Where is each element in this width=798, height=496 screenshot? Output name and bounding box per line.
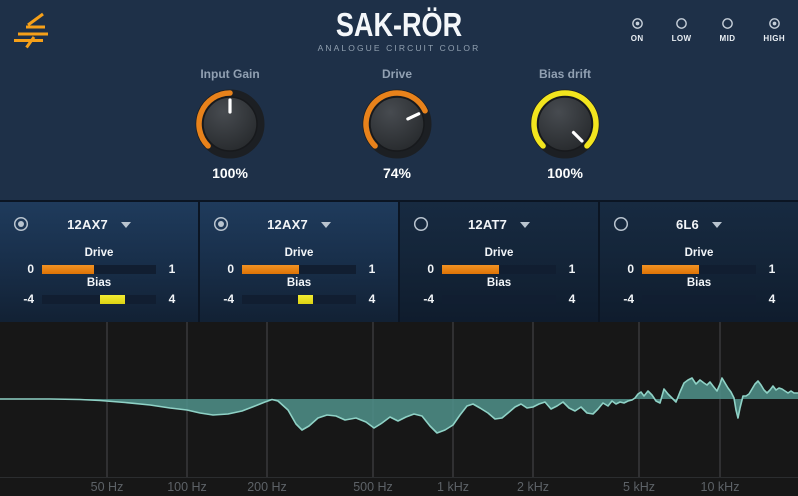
drive-fill [442, 265, 499, 274]
mode-label: MID [719, 34, 736, 43]
radio-icon [631, 18, 643, 29]
page-title: SAK-RÖR [335, 6, 463, 43]
bias-slider-label: Bias [686, 277, 712, 289]
tube-select[interactable]: 12AT7 [400, 216, 598, 233]
bias-min-value: -4 [23, 292, 34, 306]
page-subtitle: ANALOGUE CIRCUIT COLOR [317, 43, 481, 53]
mode-group: ON LOW MID HIGH [631, 17, 785, 43]
drive-slider-label: Drive [84, 247, 114, 259]
bias-fill [297, 295, 314, 304]
bias-slider[interactable] [242, 295, 356, 304]
tube-select[interactable]: 6L6 [600, 216, 798, 233]
bias-fill [100, 295, 126, 304]
drive-max-value: 1 [568, 262, 576, 276]
frequency-response-chart: 50 Hz 100 Hz 200 Hz 500 Hz 1 kHz 2 kHz 5 kHz 10… [0, 322, 798, 496]
svg-text:100 Hz: 100 Hz [167, 480, 207, 494]
drive-slider[interactable] [42, 265, 156, 274]
mode-high-radio[interactable]: HIGH [763, 17, 785, 43]
svg-text:10 kHz: 10 kHz [701, 480, 740, 494]
brand-logo-icon [14, 12, 48, 49]
radio-icon [722, 18, 733, 29]
bias-drift-label: Bias drift [538, 67, 591, 81]
drive-max-value: 1 [768, 262, 776, 276]
drive-slider[interactable] [242, 265, 356, 274]
frequency-response-plot: 50 Hz 100 Hz 200 Hz 500 Hz 1 kHz 2 kHz 5 kHz 10… [0, 322, 798, 494]
bias-slider[interactable] [642, 295, 756, 304]
bias-slider[interactable] [42, 295, 156, 304]
svg-text:50 Hz: 50 Hz [91, 480, 124, 494]
bias-slider-label: Bias [86, 277, 112, 289]
chevron-down-icon [120, 221, 131, 228]
drive-slider[interactable] [442, 265, 556, 274]
tube-name: 12AX7 [67, 217, 108, 232]
svg-text:2 kHz: 2 kHz [517, 480, 549, 494]
input-gain-value: 100% [212, 165, 248, 181]
channel-strip-4: 6L6 Drive 0 1 Bias -4 4 [598, 202, 798, 322]
header: SAK-RÖR ANALOGUE CIRCUIT COLOR ON LOW MI… [0, 0, 798, 200]
bias-max-value: 4 [768, 292, 776, 306]
drive-max-value: 1 [168, 262, 176, 276]
radio-icon [768, 18, 780, 29]
drive-slider-label: Drive [684, 247, 714, 259]
mode-on-radio[interactable]: ON [631, 17, 644, 43]
drive-knob-group: Drive 74% [332, 67, 462, 181]
drive-slider[interactable] [642, 265, 756, 274]
bias-drift-knob[interactable] [527, 86, 603, 162]
bias-max-value: 4 [568, 292, 576, 306]
drive-min-value: 0 [227, 262, 234, 276]
drive-slider-label: Drive [284, 247, 314, 259]
bias-min-value: -4 [423, 292, 434, 306]
drive-min-value: 0 [627, 262, 634, 276]
drive-max-value: 1 [368, 262, 376, 276]
tube-select[interactable]: 12AX7 [200, 216, 398, 233]
mode-label: ON [630, 34, 644, 43]
drive-fill [642, 265, 699, 274]
svg-text:1 kHz: 1 kHz [437, 480, 469, 494]
channel-strip-2: 12AX7 Drive 0 1 Bias -4 4 [198, 202, 398, 322]
drive-fill [242, 265, 299, 274]
plugin-window: SAK-RÖR ANALOGUE CIRCUIT COLOR ON LOW MI… [0, 0, 798, 496]
input-gain-label: Input Gain [200, 67, 260, 81]
channel-strip-1: 12AX7 Drive 0 1 Bias -4 4 [0, 202, 198, 322]
drive-min-value: 0 [427, 262, 434, 276]
bias-slider[interactable] [442, 295, 556, 304]
input-gain-knob-group: Input Gain 100% [165, 67, 295, 181]
radio-icon [676, 18, 687, 29]
svg-text:200 Hz: 200 Hz [247, 480, 287, 494]
tube-name: 6L6 [675, 217, 699, 232]
chevron-down-icon [712, 221, 722, 228]
tube-name: 12AX7 [267, 217, 308, 232]
mode-low-radio[interactable]: LOW [672, 17, 692, 43]
bias-max-value: 4 [168, 292, 176, 306]
input-gain-knob[interactable] [192, 86, 268, 162]
drive-value: 74% [382, 165, 412, 181]
drive-min-value: 0 [27, 262, 34, 276]
bias-drift-knob-group: Bias drift 100% [500, 67, 630, 181]
tube-name: 12AT7 [467, 217, 508, 232]
drive-fill [42, 265, 95, 274]
drive-label: Drive [381, 67, 413, 81]
mode-label: HIGH [763, 34, 785, 43]
chevron-down-icon [320, 221, 331, 228]
mode-label: LOW [671, 34, 692, 43]
bias-max-value: 4 [368, 292, 376, 306]
svg-text:5 kHz: 5 kHz [623, 480, 655, 494]
bias-slider-label: Bias [286, 277, 312, 289]
chevron-down-icon [520, 221, 531, 228]
channels-section: 12AX7 Drive 0 1 Bias -4 4 12AX7 Drive 0 … [0, 200, 798, 322]
drive-knob[interactable] [359, 86, 435, 162]
svg-text:500 Hz: 500 Hz [353, 480, 393, 494]
mode-mid-radio[interactable]: MID [720, 17, 736, 43]
bias-slider-label: Bias [486, 277, 512, 289]
tube-select[interactable]: 12AX7 [0, 216, 198, 233]
bias-drift-value: 100% [547, 165, 583, 181]
bias-min-value: -4 [223, 292, 234, 306]
bias-min-value: -4 [623, 292, 634, 306]
drive-slider-label: Drive [484, 247, 514, 259]
channel-strip-3: 12AT7 Drive 0 1 Bias -4 4 [398, 202, 598, 322]
